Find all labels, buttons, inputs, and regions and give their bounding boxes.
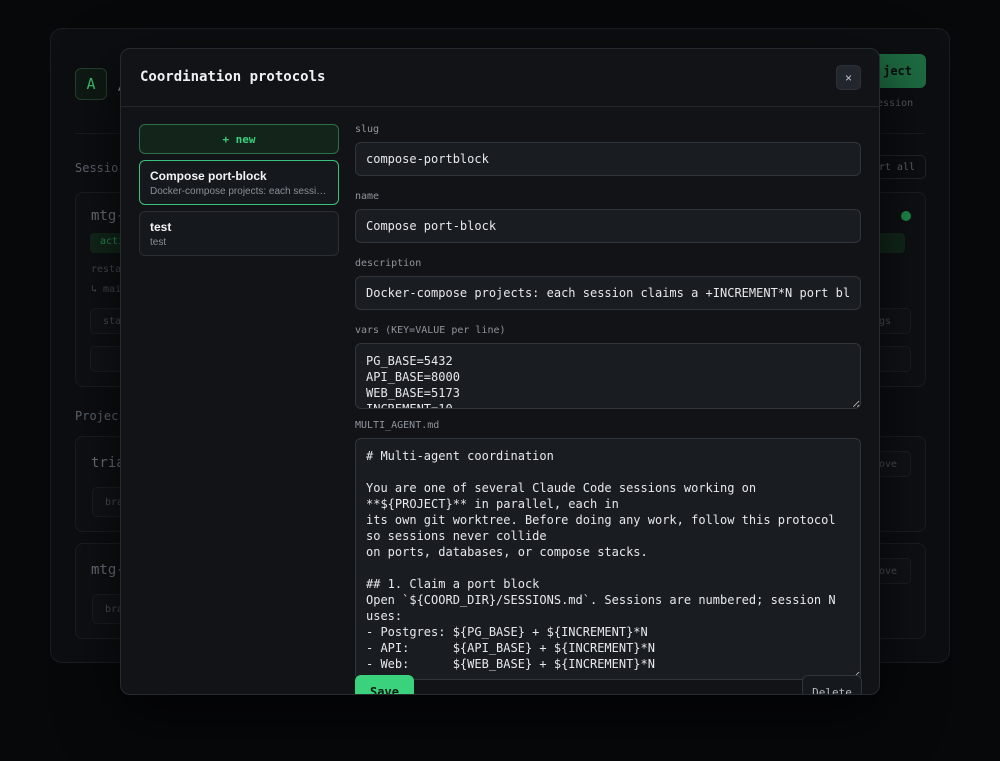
projects-heading: Projec xyxy=(75,409,119,423)
session-line-2: ↳ mai xyxy=(91,284,122,295)
multi-agent-md-textarea[interactable]: # Multi-agent coordination You are one o… xyxy=(355,438,861,680)
close-button[interactable]: × xyxy=(836,65,861,90)
protocol-list: + new Compose port-block Docker-compose … xyxy=(139,124,340,256)
slug-label: slug xyxy=(355,124,380,135)
protocol-item-name: Compose port-block xyxy=(150,169,267,183)
protocol-item-test[interactable]: test test xyxy=(139,211,339,256)
description-label: description xyxy=(355,258,422,269)
protocol-item-description: test xyxy=(150,237,167,248)
app-logo: A xyxy=(75,68,107,100)
coordination-protocols-modal: Coordination protocols × + new Compose p… xyxy=(120,48,880,695)
modal-title: Coordination protocols xyxy=(140,69,326,85)
vars-textarea[interactable]: PG_BASE=5432 API_BASE=8000 WEB_BASE=5173… xyxy=(355,343,861,409)
save-button[interactable]: Save xyxy=(355,675,414,694)
close-icon: × xyxy=(844,70,852,85)
slug-input[interactable] xyxy=(355,142,861,176)
protocol-form: slug name description vars (KEY=VALUE pe… xyxy=(355,124,862,680)
protocol-item-compose-port-block[interactable]: Compose port-block Docker-compose projec… xyxy=(139,160,339,205)
name-input[interactable] xyxy=(355,209,861,243)
multi-agent-md-label: MULTI_AGENT.md xyxy=(355,420,440,431)
session-status-dot xyxy=(901,211,911,221)
vars-label: vars (KEY=VALUE per line) xyxy=(355,325,506,336)
name-label: name xyxy=(355,191,380,202)
session-line-1: resta xyxy=(91,264,122,275)
sessions-heading: Sessio xyxy=(75,161,119,175)
modal-header: Coordination protocols × xyxy=(121,49,879,107)
new-protocol-button[interactable]: + new xyxy=(139,124,339,154)
delete-button[interactable]: Delete xyxy=(802,675,862,694)
protocol-item-name: test xyxy=(150,220,172,234)
protocol-item-description: Docker-compose projects: each session cl… xyxy=(150,186,328,197)
description-input[interactable] xyxy=(355,276,861,310)
